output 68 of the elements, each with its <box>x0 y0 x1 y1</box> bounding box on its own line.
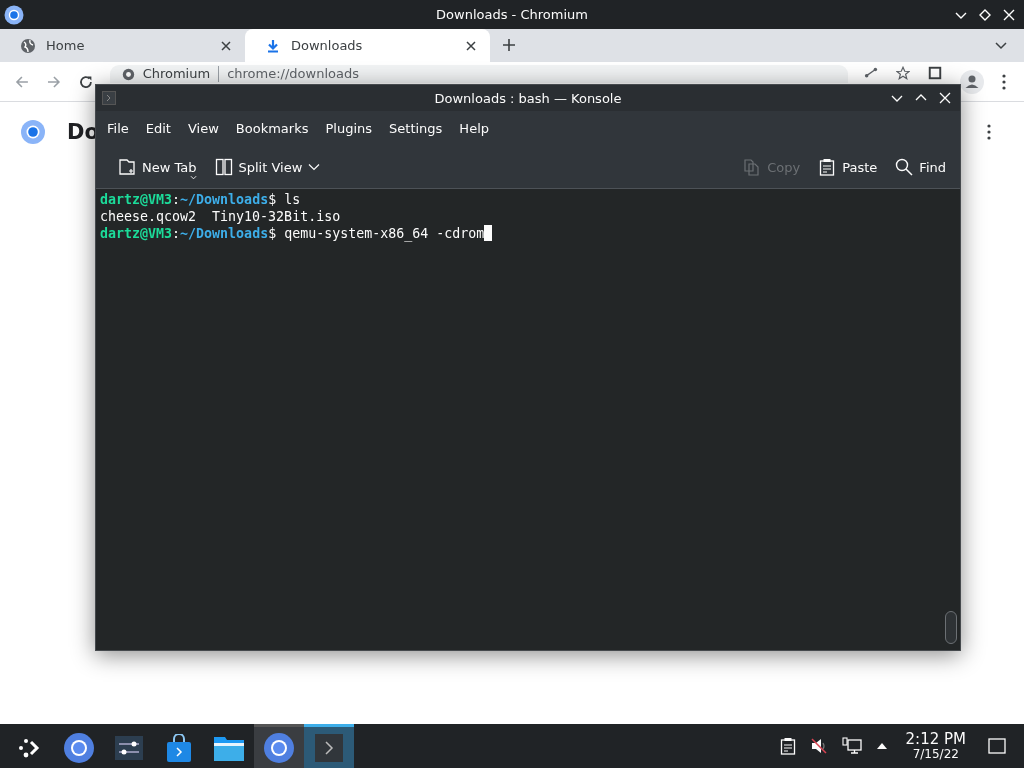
clock-time[interactable]: 2:12 PM <box>905 732 966 747</box>
terminal-text: dartz@VM3 <box>100 225 173 242</box>
clock-date[interactable]: 7/15/22 <box>912 748 959 760</box>
terminal-text: ~/Downloads <box>180 191 269 208</box>
copy-icon <box>743 158 762 176</box>
clipboard-icon[interactable] <box>779 737 796 755</box>
shopping-bag-icon <box>166 733 192 762</box>
menu-icon[interactable] <box>987 124 991 140</box>
new-tab-icon <box>118 158 136 176</box>
chromium-icon <box>64 732 94 763</box>
expand-arrow-icon[interactable] <box>875 742 888 750</box>
chevron-down-icon <box>308 163 321 171</box>
download-icon <box>265 37 281 54</box>
close-icon[interactable] <box>1002 7 1016 22</box>
network-icon[interactable] <box>841 737 862 755</box>
folder-icon <box>214 734 244 761</box>
show-desktop-icon[interactable] <box>988 738 1006 754</box>
menu-item[interactable]: Help <box>452 117 496 140</box>
close-tab-icon[interactable] <box>466 40 476 51</box>
terminal-icon <box>315 733 343 762</box>
menu-item[interactable]: View <box>180 117 226 140</box>
clipboard-icon <box>818 158 837 176</box>
forward-icon[interactable] <box>45 73 62 90</box>
terminal-text: cheese.qcow2 Tiny10-32Bit.iso <box>100 208 341 225</box>
maximize-icon[interactable] <box>978 7 992 22</box>
caret-icon <box>190 175 197 180</box>
chromium-page-icon <box>121 67 135 81</box>
menu-item[interactable]: Settings <box>382 117 450 140</box>
window-icon[interactable] <box>928 66 942 80</box>
chromium-logo-icon <box>4 4 24 25</box>
profile-icon[interactable] <box>960 69 984 94</box>
konsole-task[interactable] <box>304 724 354 768</box>
konsole-icon <box>102 91 116 105</box>
sliders-icon <box>115 733 143 762</box>
muted-speaker-icon[interactable] <box>809 737 828 755</box>
terminal-text: : <box>172 191 181 208</box>
new-tab-button[interactable]: New Tab <box>110 154 205 180</box>
chromium-icon <box>264 732 294 763</box>
terminal-text: $ ls <box>268 191 301 208</box>
window-title: Downloads : bash — Konsole <box>433 90 623 106</box>
chromium-logo-icon <box>21 120 45 144</box>
terminal-text: $ qemu-system-x86_64 -cdrom <box>268 225 485 242</box>
menu-icon[interactable] <box>1002 73 1006 90</box>
terminal-text: dartz@VM3 <box>100 191 173 208</box>
search-icon <box>895 158 914 176</box>
browser-tab[interactable]: Home <box>0 29 245 62</box>
close-icon[interactable] <box>938 91 952 105</box>
split-view-icon <box>214 158 233 176</box>
find-button[interactable]: Find <box>887 154 954 180</box>
browser-tab[interactable]: Downloads <box>245 29 490 62</box>
menu-item[interactable]: Bookmarks <box>228 117 316 140</box>
chromium-task[interactable] <box>254 724 304 768</box>
globe-icon <box>20 37 36 54</box>
paste-button[interactable]: Paste <box>810 154 886 180</box>
new-tab-icon[interactable] <box>502 38 516 52</box>
menu-item[interactable]: Edit <box>138 117 178 140</box>
address-bar[interactable]: Chromium chrome://downloads <box>109 65 848 83</box>
window-title: Downloads - Chromium <box>435 7 589 22</box>
reload-icon[interactable] <box>77 73 94 90</box>
terminal-text: : <box>172 225 181 242</box>
star-icon[interactable] <box>896 66 910 80</box>
menu-item[interactable]: File <box>100 117 136 140</box>
terminal-text: ~/Downloads <box>180 225 269 242</box>
close-tab-icon[interactable] <box>221 40 231 51</box>
split-view-button[interactable]: Split View <box>206 154 329 180</box>
terminal[interactable]: dartz@VM3:~/Downloads$ ls cheese.qcow2 Tiny10-32Bit.iso dartz@VM3:~/Downloads$ qemu-system-x86_64 -cdrom <box>96 189 960 650</box>
menu-item[interactable]: Plugins <box>318 117 380 140</box>
share-icon[interactable] <box>864 66 878 80</box>
